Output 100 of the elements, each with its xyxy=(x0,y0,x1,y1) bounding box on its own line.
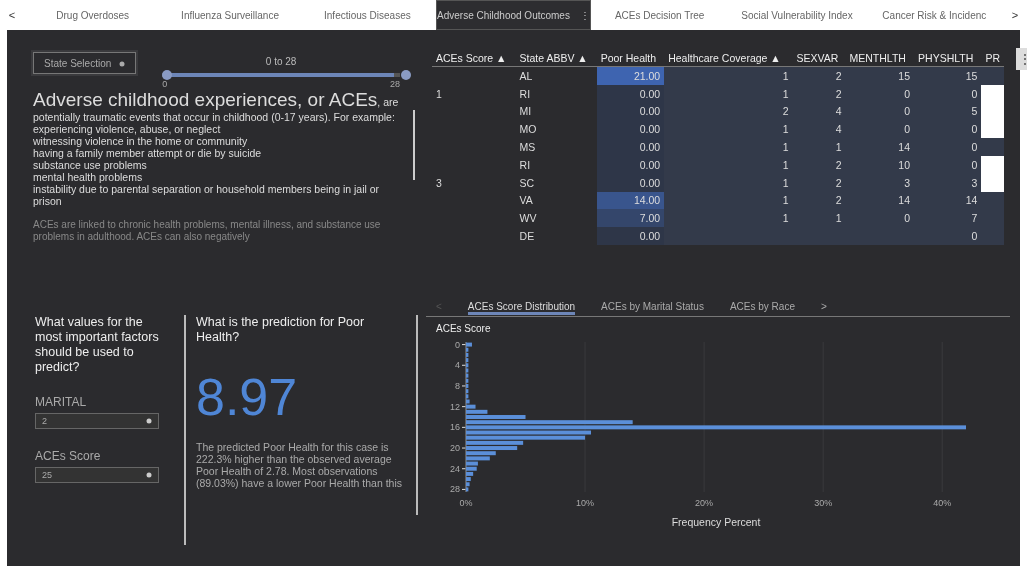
table-cell: 0.00 xyxy=(639,158,661,171)
x-tick-label: 30% xyxy=(814,498,833,508)
table-cell: 10 xyxy=(898,158,911,171)
next-tab-button[interactable]: > xyxy=(1003,9,1027,21)
dashboard-tab[interactable]: Adverse Childhood Outcomes ⋮ xyxy=(436,0,591,30)
footer-paragraph: ACEs are linked to chronic health problems, mental illness, and substance use problems in adulthood. ACEs can also negatively xyxy=(33,219,382,243)
table-menu-button[interactable]: ⋮ xyxy=(1016,48,1027,70)
table-cell: 5 xyxy=(971,105,978,118)
table-cell: 14 xyxy=(965,194,978,207)
column-header[interactable]: ACEs Score ▲ xyxy=(432,52,516,67)
predictor-question: What values for the most important factors should be used to predict? xyxy=(35,315,160,375)
chart-tab[interactable]: ACEs Score Distribution xyxy=(467,301,576,312)
table-cell: VA xyxy=(519,194,533,207)
list-item: having a family member attempt or die by suicide xyxy=(33,147,263,159)
table-cell: DE xyxy=(519,230,535,243)
table-cell: 0 xyxy=(971,87,978,100)
table-cell: 1 xyxy=(782,194,789,207)
column-header[interactable]: Poor Health xyxy=(596,52,665,67)
chart-tab[interactable]: ACEs by Marital Status xyxy=(601,301,704,312)
table-cell: 1 xyxy=(436,87,442,100)
table-cell: WV xyxy=(519,212,537,225)
table-cell: 0 xyxy=(971,230,978,243)
table-cell: MI xyxy=(519,105,532,118)
y-tick-label: 4 xyxy=(455,360,460,371)
table-cell: RI xyxy=(519,158,531,171)
column-header[interactable]: State ABBV ▲ xyxy=(515,52,597,67)
table-cell: 1 xyxy=(835,212,842,225)
table-cell: 0 xyxy=(904,212,911,225)
x-tick-label: 20% xyxy=(695,498,714,508)
table-cell: SC xyxy=(519,176,535,189)
y-tick-label: 20 xyxy=(450,443,460,454)
y-tick-label: 24 xyxy=(450,463,460,474)
chart-tab[interactable]: ACEs by Race xyxy=(729,301,795,312)
x-tick-label: 0% xyxy=(459,498,473,508)
table-cell: 1 xyxy=(835,141,842,154)
column-header[interactable]: MENTHLTH xyxy=(845,52,915,67)
y-tick-label: 0 xyxy=(455,339,460,350)
table-cell: 0.00 xyxy=(639,141,661,154)
column-header[interactable]: SEXVAR xyxy=(792,52,846,67)
list-item: mental health problems xyxy=(33,171,144,183)
prediction-value: 8.97 xyxy=(196,367,299,427)
table-cell: 2 xyxy=(835,69,842,82)
table-cell: 1 xyxy=(782,141,789,154)
list-item: instability due to parental separation or household members being in jail or prison xyxy=(33,183,381,207)
prediction-question: What is the prediction for Poor Health? xyxy=(196,315,366,345)
range-min: 0 xyxy=(162,79,168,89)
value-dropdown[interactable]: 2 xyxy=(35,413,159,429)
table-cell: 0 xyxy=(904,105,911,118)
x-axis-title: Frequency Percent xyxy=(671,516,761,528)
table-cell: 2 xyxy=(782,105,789,118)
y-tick-label: 12 xyxy=(450,401,460,412)
column-header[interactable]: PHYSHLTH xyxy=(914,52,982,67)
x-tick-label: 10% xyxy=(576,498,595,508)
caret-icon xyxy=(119,60,126,67)
prediction-text: The predicted Poor Health for this case is 222.3% higher than the observed average Poor Health of 2.78. Most observations (89.03%) have a lower Poor Health than this xyxy=(196,441,404,489)
table-cell: 4 xyxy=(835,105,842,118)
table-cell: RI xyxy=(519,87,531,100)
column-header[interactable]: Healthcare Coverage ▲ xyxy=(664,52,793,67)
next-tab-button[interactable]: > xyxy=(820,301,827,312)
slider-thumb[interactable] xyxy=(162,70,173,80)
list-item: experiencing violence, abuse, or neglect xyxy=(33,123,222,135)
y-tick-label: 28 xyxy=(450,484,460,495)
caret-icon xyxy=(146,472,152,478)
range-label: 0 to 28 xyxy=(265,56,297,67)
table-cell: 14 xyxy=(898,141,911,154)
table-cell: 1 xyxy=(782,212,789,225)
dashboard-tab[interactable]: Drug Overdoses xyxy=(24,0,162,30)
dashboard-tab[interactable]: Infectious Diseases xyxy=(298,0,437,30)
y-tick-label: 8 xyxy=(455,380,460,391)
value-dropdown[interactable]: 25 xyxy=(35,467,159,483)
table-cell: 15 xyxy=(965,69,978,82)
table-cell: 21.00 xyxy=(633,69,661,82)
table-cell: 14 xyxy=(898,194,911,207)
table-cell: MO xyxy=(519,123,537,136)
table-cell: 1 xyxy=(782,69,789,82)
dashboard-tab[interactable]: Influenza Surveillance xyxy=(161,0,299,30)
table-cell: 1 xyxy=(782,123,789,136)
dashboard-tab[interactable]: Social Vulnerability Index xyxy=(728,0,866,30)
dashboard-tab[interactable]: Cancer Risk & Incidenc xyxy=(865,0,1003,30)
range-max: 28 xyxy=(390,79,400,89)
table-cell: 2 xyxy=(835,158,842,171)
x-tick-label: 40% xyxy=(933,498,952,508)
table-cell: 2 xyxy=(835,87,842,100)
intro-paragraph: Adverse childhood experiences, or ACEs, are potentially traumatic events that occur in childhood (0-17 years). For example: xyxy=(33,89,400,123)
y-tick-label: 16 xyxy=(450,422,460,433)
state-selection-dropdown[interactable]: State Selection xyxy=(33,52,137,74)
table-cell: 2 xyxy=(835,194,842,207)
scrollbar[interactable] xyxy=(413,110,415,180)
table-cell: 7.00 xyxy=(639,212,661,225)
table-cell: 0 xyxy=(904,123,911,136)
table-cell: 1 xyxy=(782,87,789,100)
table-cell: 0.00 xyxy=(639,87,661,100)
field-label: ACEs Score xyxy=(35,449,102,463)
dashboard-tab[interactable]: ACEs Decision Tree xyxy=(590,0,729,30)
table-cell: MS xyxy=(519,141,536,154)
column-header[interactable]: PR xyxy=(981,52,1004,67)
table-cell: 0.00 xyxy=(639,176,661,189)
table-cell: 0 xyxy=(971,158,978,171)
previous-tab-button[interactable]: < xyxy=(0,9,24,21)
slider-thumb[interactable] xyxy=(401,70,411,80)
